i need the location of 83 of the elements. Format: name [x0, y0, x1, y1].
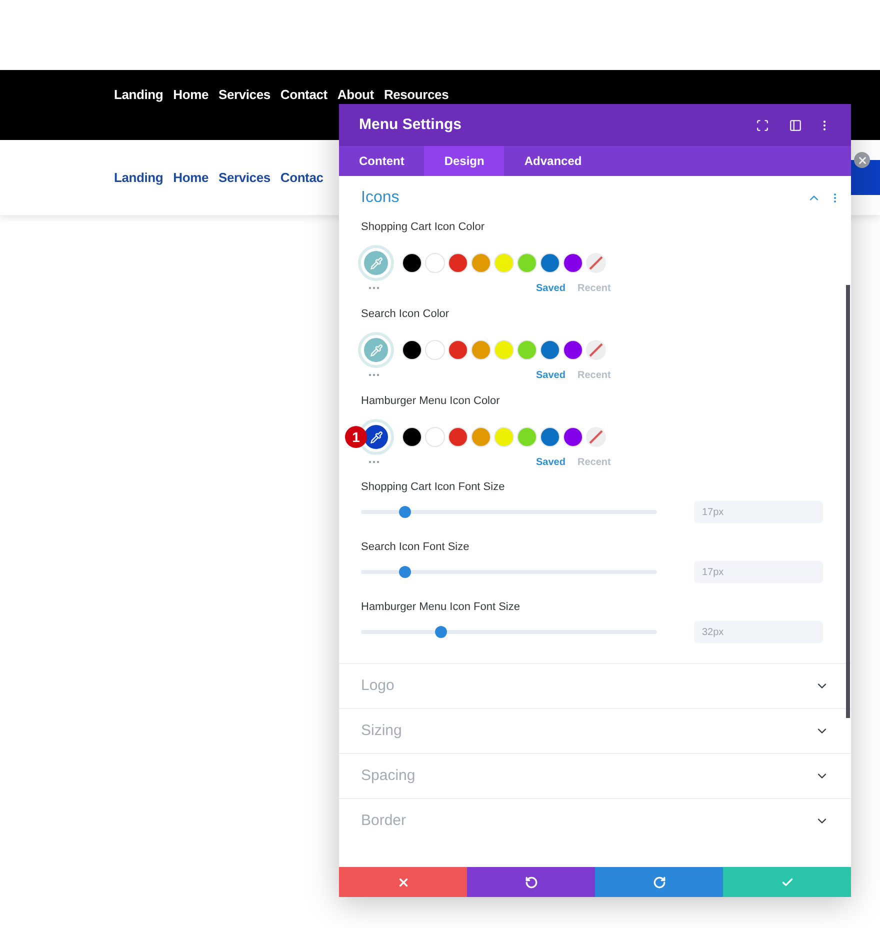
- section-title[interactable]: Logo: [361, 674, 815, 698]
- no-color-swatch[interactable]: [586, 427, 606, 447]
- saved-tab[interactable]: Saved: [536, 280, 566, 296]
- color-swatch[interactable]: [517, 340, 537, 360]
- color-swatch[interactable]: [517, 253, 537, 273]
- recent-tab[interactable]: Recent: [577, 454, 611, 470]
- value-field[interactable]: 32px: [694, 621, 823, 643]
- color-swatch[interactable]: [402, 253, 422, 273]
- color-swatch[interactable]: [494, 427, 514, 447]
- undo-icon: [524, 876, 538, 888]
- color-swatch[interactable]: [517, 427, 537, 447]
- check-icon: [780, 876, 794, 888]
- step-badge: 1: [345, 426, 367, 448]
- color-swatch[interactable]: [471, 253, 491, 273]
- section-header[interactable]: Sizing: [339, 708, 851, 753]
- field-label: Search Icon Font Size: [361, 540, 470, 553]
- color-picker-button[interactable]: [361, 248, 391, 278]
- no-color-swatch[interactable]: [586, 340, 606, 360]
- color-swatch[interactable]: [540, 340, 560, 360]
- color-swatch[interactable]: [494, 340, 514, 360]
- tab[interactable]: Content: [339, 146, 424, 176]
- nav-link[interactable]: About: [337, 87, 374, 102]
- color-picker-button[interactable]: [361, 335, 391, 365]
- color-swatch[interactable]: [540, 253, 560, 273]
- color-picker-button[interactable]: [361, 422, 391, 452]
- recent-tab[interactable]: Recent: [577, 368, 611, 382]
- nav-link[interactable]: Services: [218, 87, 270, 102]
- slider-thumb[interactable]: [434, 626, 447, 638]
- color-swatch[interactable]: [563, 427, 583, 447]
- recent-tab[interactable]: Recent: [577, 280, 611, 296]
- tab[interactable]: Advanced: [504, 146, 602, 176]
- color-swatch[interactable]: [563, 340, 583, 360]
- field-label: Search Icon Color: [361, 307, 450, 320]
- saved-tab[interactable]: Saved: [536, 368, 566, 382]
- tab[interactable]: Design: [424, 146, 504, 176]
- color-swatch[interactable]: [425, 253, 445, 273]
- section-title[interactable]: Spacing: [361, 764, 815, 788]
- section-header[interactable]: Logo: [339, 663, 851, 708]
- color-swatch[interactable]: [402, 427, 422, 447]
- eyedropper-icon: [370, 430, 382, 444]
- color-swatch[interactable]: [425, 340, 445, 360]
- nav-link[interactable]: Home: [173, 168, 208, 188]
- nav-link[interactable]: Contac: [280, 168, 324, 188]
- field-label: Shopping Cart Icon Color: [361, 220, 486, 233]
- no-color-swatch[interactable]: [586, 253, 606, 273]
- color-swatch[interactable]: [402, 340, 422, 360]
- slider-thumb[interactable]: [399, 506, 412, 518]
- scrollbar[interactable]: [846, 285, 850, 718]
- color-swatch[interactable]: [425, 427, 445, 447]
- nav-link[interactable]: Resources: [384, 87, 449, 102]
- color-swatch[interactable]: [471, 427, 491, 447]
- modal-title: Menu Settings: [359, 114, 463, 135]
- split-view-icon[interactable]: [789, 118, 802, 132]
- color-swatch[interactable]: [540, 427, 560, 447]
- eyedropper-icon: [370, 344, 382, 356]
- field-label: Hamburger Menu Icon Color: [361, 394, 501, 407]
- nav-link[interactable]: Landing: [114, 168, 164, 188]
- section-header[interactable]: Spacing: [339, 753, 851, 798]
- slider-thumb[interactable]: [399, 566, 412, 578]
- nav-link[interactable]: Services: [218, 168, 270, 188]
- saved-tab[interactable]: Saved: [536, 454, 566, 470]
- color-swatch[interactable]: [448, 253, 468, 273]
- section-title[interactable]: Border: [361, 810, 815, 832]
- nav-link[interactable]: Landing: [114, 87, 164, 102]
- color-swatch[interactable]: [563, 253, 583, 273]
- color-swatch[interactable]: [494, 253, 514, 273]
- color-swatch[interactable]: [448, 427, 468, 447]
- nav-link[interactable]: Home: [173, 87, 208, 102]
- close-icon: [396, 876, 410, 888]
- fullscreen-icon[interactable]: [756, 118, 769, 132]
- value-field[interactable]: 17px: [694, 561, 823, 583]
- color-swatch[interactable]: [471, 340, 491, 360]
- nav-link[interactable]: Contact: [280, 87, 328, 102]
- eyedropper-icon: [370, 256, 382, 270]
- field-label: Hamburger Menu Icon Font Size: [361, 600, 521, 613]
- section-title[interactable]: Sizing: [361, 720, 815, 742]
- redo-icon: [652, 876, 666, 888]
- value-field[interactable]: 17px: [694, 501, 823, 523]
- close-icon[interactable]: [854, 152, 870, 168]
- section-title[interactable]: Icons: [361, 186, 807, 210]
- field-label: Shopping Cart Icon Font Size: [361, 480, 506, 493]
- section-header[interactable]: Border: [339, 798, 851, 843]
- color-swatch[interactable]: [448, 340, 468, 360]
